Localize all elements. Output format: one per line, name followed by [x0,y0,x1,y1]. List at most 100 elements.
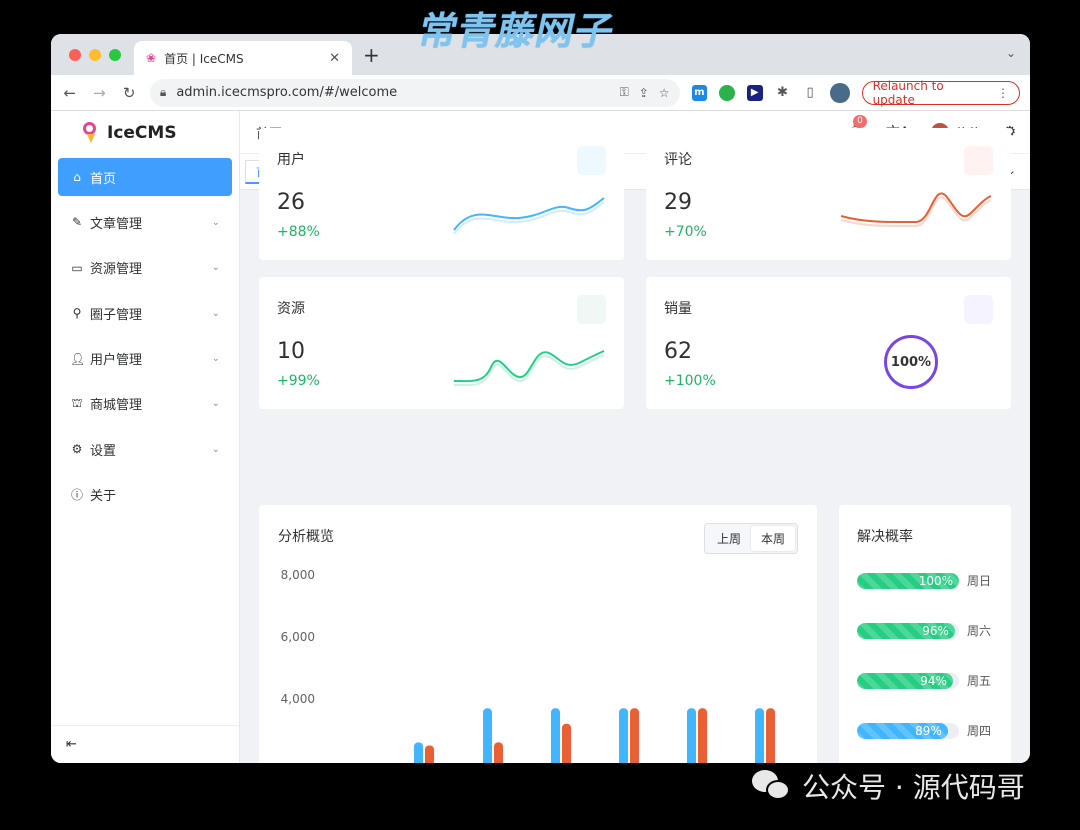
relaunch-button[interactable]: Relaunch to update ⋮ [861,78,1021,107]
progress-label: 100% [918,573,953,588]
favicon-icon: ❀ [146,51,157,65]
sidebar-item-3[interactable]: ⚲ 圈子管理 ⌄ [58,294,232,332]
stat-sparkline [453,350,605,387]
tab-title: 首页 | IceCMS [164,51,244,66]
key-icon[interactable]: ⚿ [620,85,629,100]
sidebar-item-label: 用户管理 [90,353,143,369]
address-bar[interactable]: 🔒︎ admin.icecmspro.com/#/welcome ⚿ ⇪ ☆ [149,78,680,107]
close-window-button[interactable] [69,49,81,61]
zoom-window-button[interactable] [109,49,121,61]
extension-evernote-icon[interactable] [719,84,735,101]
sidebar-item-1[interactable]: ✎ 文章管理 ⌄ [58,203,232,241]
bar-s0-4[interactable] [687,708,696,763]
chevron-down-icon: ⌄ [211,443,220,455]
sidebar: IceCMS ⌂ 首页 ✎ 文章管理 ⌄ ▭ 资源管理 ⌄ ⚲ 圈子管理 ⌄ 👤︎ 用户管理 ⌄ ⛫ 商城管理… [51,111,240,763]
url-text: admin.icecmspro.com/#/welcome [176,85,398,100]
y-tick-label: 6,000 [281,630,315,644]
stat-chip [964,295,993,324]
extension-camera-icon[interactable]: ▶ [746,84,763,101]
bar-s1-2[interactable] [562,723,571,763]
extension-m-icon[interactable]: m [691,84,708,101]
ring-label: 100% [890,354,932,370]
sidebar-item-label: 圈子管理 [90,307,143,323]
sidebar-menu: ⌂ 首页 ✎ 文章管理 ⌄ ▭ 资源管理 ⌄ ⚲ 圈子管理 ⌄ 👤︎ 用户管理 ⌄ ⛫ 商城管理 ⌄ ⚙ 设置 ⌄ ⓘ 关… [51,155,239,514]
progress-fill: 96% [857,622,955,639]
more-menu-icon[interactable]: ⋮ [997,86,1009,100]
collapse-sidebar-icon[interactable]: ⇤ [51,725,239,763]
bar-s1-1[interactable] [494,742,503,763]
logo-icon [81,122,99,144]
bar-s0-2[interactable] [551,708,560,763]
bar-s0-0[interactable] [414,742,423,763]
chevron-down-icon: ⌄ [211,216,220,228]
bar-s0-1[interactable] [483,708,492,763]
sidebar-item-label: 商城管理 [90,398,143,414]
sidebar-item-4[interactable]: 👤︎ 用户管理 ⌄ [58,340,232,378]
stat-growth: +70% [664,224,707,240]
solve-rate-row-2: 94% 周五 [857,672,991,689]
analysis-bar-chart: 8,000 6,000 4,000 [281,568,775,764]
stat-sparkline [453,197,605,235]
stat-value: 62 [664,339,692,364]
forward-icon[interactable]: → [91,84,109,102]
stat-chip [577,146,606,175]
back-icon[interactable]: ← [61,84,79,102]
relaunch-label: Relaunch to update [872,78,944,107]
progress-fill: 89% [857,722,948,739]
stat-title: 销量 [664,301,692,317]
progress-track: 100% [857,572,959,589]
gear-icon: ⚙ [71,442,83,457]
window-controls [69,49,121,61]
sidebar-item-label: 设置 [90,443,117,459]
progress-day: 周六 [967,624,992,638]
notification-badge: 0 [853,115,867,128]
bar-s1-4[interactable] [698,708,707,763]
progress-day: 周四 [967,724,992,738]
sidebar-item-label: 关于 [90,489,117,505]
app-logo[interactable]: IceCMS [51,111,239,155]
wechat-icon [750,768,792,804]
stat-title: 用户 [277,152,305,168]
y-tick-label: 4,000 [281,692,315,706]
stat-title: 资源 [277,301,305,317]
bar-s1-3[interactable] [630,708,639,763]
sidebar-item-0[interactable]: ⌂ 首页 [58,158,232,196]
stat-growth: +100% [664,373,716,389]
bar-s0-5[interactable] [755,708,764,763]
sidebar-item-2[interactable]: ▭ 资源管理 ⌄ [58,249,232,287]
bar-s0-3[interactable] [619,708,628,763]
progress-track: 96% [857,622,959,639]
share-icon[interactable]: ⇪ [639,86,649,100]
folder-icon: ▭ [71,260,83,275]
last-week-button[interactable]: 上周 [707,526,751,551]
progress-label: 96% [922,623,949,638]
bar-s1-5[interactable] [766,708,775,763]
sidebar-item-5[interactable]: ⛫ 商城管理 ⌄ [58,385,232,423]
bookmark-star-icon[interactable]: ☆ [659,86,670,100]
browser-tab[interactable]: ❀ 首页 | IceCMS ✕ [134,41,352,75]
bar-s1-0[interactable] [425,745,434,764]
analysis-card: 分析概览 上周 本周 8,000 6,000 4,000 [259,505,817,763]
tab-search-chevron-icon[interactable]: ⌄ [1006,46,1016,60]
lock-icon[interactable]: 🔒︎ [160,85,166,100]
this-week-button[interactable]: 本周 [750,526,795,551]
tab-close-icon[interactable]: ✕ [329,51,340,66]
sidebar-item-7[interactable]: ⓘ 关于 [58,476,232,514]
new-tab-button[interactable]: + [363,43,380,67]
stat-value: 10 [277,339,305,364]
sidebar-item-label: 资源管理 [90,262,143,278]
stat-sparkline [840,192,992,228]
sales-ring: 100% [884,335,938,389]
sidebar-item-6[interactable]: ⚙ 设置 ⌄ [58,430,232,468]
stat-card-0: 用户 26 +88% [259,128,624,260]
side-panel-icon[interactable]: ▯ [802,85,818,101]
stat-value: 29 [664,190,692,215]
minimize-window-button[interactable] [89,49,101,61]
profile-avatar[interactable] [829,82,850,103]
app-name: IceCMS [107,123,177,143]
reload-icon[interactable]: ↻ [120,84,138,102]
browser-toolbar: ← → ↻ 🔒︎ admin.icecmspro.com/#/welcome ⚿… [51,75,1030,111]
progress-track: 94% [857,672,959,689]
watermark-top: 常青藤网子 [414,9,619,53]
extensions-puzzle-icon[interactable]: ✱ [775,85,791,101]
